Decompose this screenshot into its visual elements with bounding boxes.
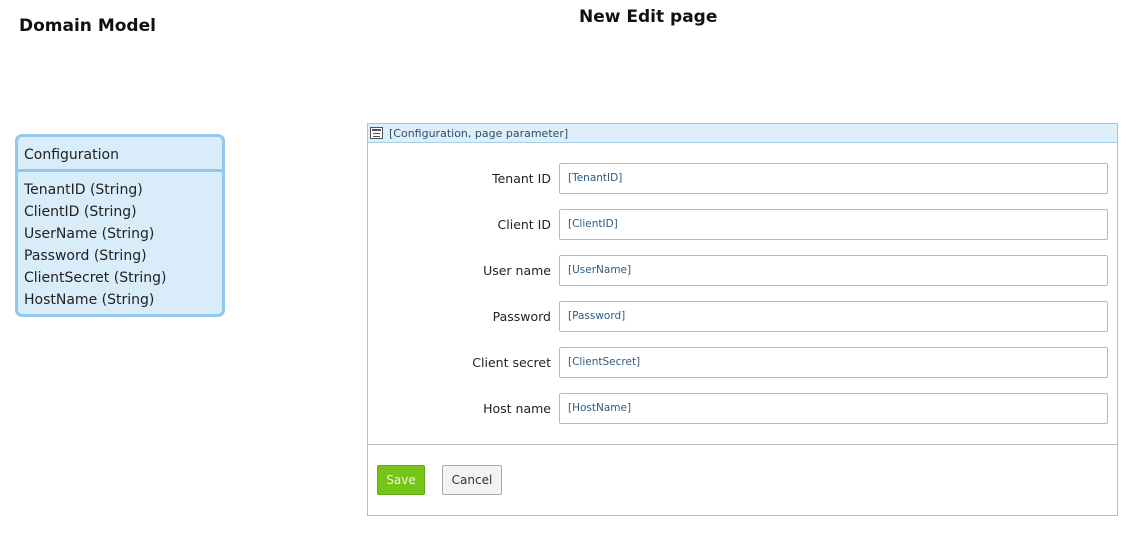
form-row-tenant-id: Tenant ID [TenantID] [368,163,1117,194]
entity-attribute: ClientSecret (String) [24,270,167,286]
domain-model-heading: Domain Model [19,16,156,36]
save-button[interactable]: Save [377,465,425,495]
dataview-header: [Configuration, page parameter] [368,124,1117,143]
entity-attribute: ClientID (String) [24,204,137,220]
form-row-user-name: User name [UserName] [368,255,1117,286]
entity-attribute: Password (String) [24,248,147,264]
dataview-panel[interactable]: [Configuration, page parameter] Tenant I… [367,123,1118,516]
client-secret-input[interactable]: [ClientSecret] [559,347,1108,378]
form-row-client-secret: Client secret [ClientSecret] [368,347,1117,378]
dataview-footer-divider [368,444,1117,445]
client-secret-label: Client secret [472,355,551,370]
new-edit-page-heading: New Edit page [579,7,718,27]
dataview-icon [370,127,383,139]
user-name-label: User name [483,263,551,278]
form-row-password: Password [Password] [368,301,1117,332]
page-root: Domain Model New Edit page Configuration… [0,0,1125,533]
tenant-id-label: Tenant ID [492,171,551,186]
entity-attribute: UserName (String) [24,226,155,242]
password-input[interactable]: [Password] [559,301,1108,332]
form-row-client-id: Client ID [ClientID] [368,209,1117,240]
host-name-input[interactable]: [HostName] [559,393,1108,424]
entity-attribute-list: TenantID (String) ClientID (String) User… [18,172,222,311]
form-row-host-name: Host name [HostName] [368,393,1117,424]
client-id-label: Client ID [497,217,551,232]
entity-attribute: TenantID (String) [24,182,143,198]
client-id-input[interactable]: [ClientID] [559,209,1108,240]
configuration-entity[interactable]: Configuration TenantID (String) ClientID… [15,134,225,317]
user-name-input[interactable]: [UserName] [559,255,1108,286]
dataview-title: [Configuration, page parameter] [389,126,569,140]
password-label: Password [492,309,551,324]
entity-attribute: HostName (String) [24,292,155,308]
tenant-id-input[interactable]: [TenantID] [559,163,1108,194]
host-name-label: Host name [483,401,551,416]
cancel-button[interactable]: Cancel [442,465,502,495]
entity-name: Configuration [18,137,222,172]
